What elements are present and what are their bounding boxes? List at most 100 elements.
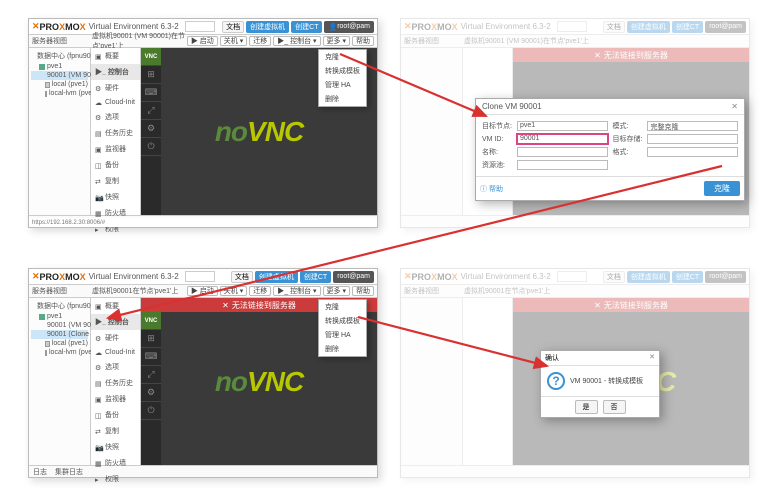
cluster-log-tab[interactable]: 集群日志 <box>55 467 83 477</box>
vm-side-menu[interactable]: ▣概要 ▶_ 控制台 ⚙硬件 ☁Cloud-Init ⚙选项 ▤任务历史 ▣监视… <box>91 298 141 465</box>
tree-node[interactable]: pve1 <box>31 312 88 321</box>
menu-tasks[interactable]: ▤任务历史 <box>91 125 140 141</box>
create-vm-button[interactable]: 创建虚拟机 <box>255 271 298 283</box>
docs-button[interactable]: 文档 <box>231 271 253 283</box>
menu-summary[interactable]: ▣概要 <box>91 48 140 64</box>
node-select[interactable]: pve1 <box>517 121 608 131</box>
more-button[interactable]: 更多 ▾ <box>323 36 350 46</box>
vm-side-menu[interactable]: ▣概要 ▶_ 控制台 ⚙硬件 ☁Cloud-Init ⚙选项 ▤任务历史 ▣监视… <box>91 48 141 215</box>
menu-cloudinit[interactable]: ☁Cloud-Init <box>91 346 140 359</box>
close-icon[interactable]: ✕ <box>649 353 655 363</box>
menu-replicate[interactable]: ⇄复制 <box>91 423 140 439</box>
create-ct-button[interactable]: 创建CT <box>291 21 322 33</box>
more-dropdown: 克隆 转换成模板 管理 HA 删除 <box>318 49 367 107</box>
tree-root[interactable]: 数据中心 (fpnu90) <box>31 300 88 312</box>
shutdown-button[interactable]: 关机 ▾ <box>220 36 247 46</box>
menu-tasks[interactable]: ▤任务历史 <box>91 375 140 391</box>
user-menu[interactable]: 👤root@pam <box>324 21 374 33</box>
vnc-btn[interactable]: ⚙ <box>141 384 161 402</box>
tree-vm-clone-selected[interactable]: 90001 (Clone VM VM-900...) <box>31 330 88 339</box>
search-input[interactable] <box>185 21 215 32</box>
menu-replicate[interactable]: ⇄复制 <box>91 173 140 189</box>
dd-delete[interactable]: 删除 <box>319 342 366 356</box>
tree-storage[interactable]: local (pve1) <box>31 339 88 348</box>
resource-tree[interactable]: 数据中心 (fpnu90) pve1 90001 (VM 90001) loca… <box>29 48 91 215</box>
menu-options[interactable]: ⚙选项 <box>91 109 140 125</box>
console-button[interactable]: ▶_ 控制台 ▾ <box>273 36 320 46</box>
menu-firewall[interactable]: ▦防火墙 <box>91 455 140 471</box>
dd-template[interactable]: 转换成模板 <box>319 314 366 328</box>
backup-icon: ◫ <box>95 162 102 169</box>
log-tab[interactable]: 日志 <box>33 467 47 477</box>
view-tab[interactable]: 服务器视图 <box>32 36 92 46</box>
docs-button[interactable]: 文档 <box>222 21 244 33</box>
menu-snapshot[interactable]: 📷快照 <box>91 439 140 455</box>
dd-delete[interactable]: 删除 <box>319 92 366 106</box>
vnc-btn[interactable]: ⌨ <box>141 84 161 102</box>
menu-monitor[interactable]: ▣监视器 <box>91 391 140 407</box>
close-icon[interactable]: ✕ <box>731 102 738 111</box>
clone-button[interactable]: 克隆 <box>704 181 740 196</box>
menu-console[interactable]: ▶_ 控制台 <box>91 314 140 330</box>
storage-select[interactable] <box>647 134 738 144</box>
vnc-btn[interactable]: ⏻ <box>141 138 161 156</box>
tree-node[interactable]: pve1 <box>31 62 88 71</box>
vnc-btn[interactable]: ⊞ <box>141 66 161 84</box>
tree-storage[interactable]: local-lvm (pve1) <box>31 348 88 357</box>
vmid-input[interactable]: 90001 <box>517 134 608 144</box>
fmt-select[interactable] <box>647 147 738 157</box>
view-tab[interactable]: 服务器视图 <box>32 286 92 296</box>
menu-options[interactable]: ⚙选项 <box>91 359 140 375</box>
dd-clone[interactable]: 克隆 <box>319 300 366 314</box>
dd-clone[interactable]: 克隆 <box>319 50 366 64</box>
start-button[interactable]: ▶ 启动 <box>187 36 218 46</box>
help-button[interactable]: 帮助 <box>352 36 374 46</box>
menu-backup[interactable]: ◫备份 <box>91 157 140 173</box>
tree-root[interactable]: 数据中心 (fpnu90) <box>31 50 88 62</box>
help-button[interactable]: 帮助 <box>352 286 374 296</box>
migrate-button[interactable]: 迁移 <box>249 36 271 46</box>
tree-vm-selected[interactable]: 90001 (VM 90001) <box>31 71 88 80</box>
vnc-btn[interactable]: ⤢ <box>141 366 161 384</box>
menu-console[interactable]: ▶_ 控制台 <box>91 64 140 80</box>
menu-snapshot[interactable]: 📷快照 <box>91 189 140 205</box>
pool-select[interactable] <box>517 160 608 170</box>
user-menu[interactable]: root@pam <box>333 271 374 283</box>
vnc-btn[interactable]: ⊞ <box>141 330 161 348</box>
yes-button[interactable]: 是 <box>575 400 598 414</box>
menu-hardware[interactable]: ⚙硬件 <box>91 80 140 96</box>
no-button[interactable]: 否 <box>603 400 626 414</box>
dd-template[interactable]: 转换成模板 <box>319 64 366 78</box>
create-vm-button[interactable]: 创建虚拟机 <box>246 21 289 33</box>
tree-vm[interactable]: 90001 (VM 90001) <box>31 321 88 330</box>
create-ct-button[interactable]: 创建CT <box>300 271 331 283</box>
vnc-btn[interactable]: ⤢ <box>141 102 161 120</box>
resource-tree[interactable]: 数据中心 (fpnu90) pve1 90001 (VM 90001) 9000… <box>29 298 91 465</box>
console-button[interactable]: ▶_ 控制台 ▾ <box>273 286 320 296</box>
dd-ha[interactable]: 管理 HA <box>319 328 366 342</box>
close-icon[interactable]: ✕ <box>222 301 229 310</box>
menu-perm[interactable]: ▸权限 <box>91 471 140 487</box>
vnc-btn[interactable]: ⏻ <box>141 402 161 420</box>
tree-storage[interactable]: local (pve1) <box>31 80 88 89</box>
menu-cloudinit[interactable]: ☁Cloud-Init <box>91 96 140 109</box>
name-input[interactable] <box>517 147 608 157</box>
menu-backup[interactable]: ◫备份 <box>91 407 140 423</box>
vnc-btn[interactable]: ⌨ <box>141 348 161 366</box>
shutdown-button[interactable]: 关机 ▾ <box>220 286 247 296</box>
menu-monitor[interactable]: ▣监视器 <box>91 141 140 157</box>
more-button[interactable]: 更多 ▾ <box>323 286 350 296</box>
migrate-button[interactable]: 迁移 <box>249 286 271 296</box>
tree-storage[interactable]: local-lvm (pve1) <box>31 89 88 98</box>
dd-ha[interactable]: 管理 HA <box>319 78 366 92</box>
subheader: 服务器视图 虚拟机90001 (VM 90001)在节点'pve1'上 ▶ 启动… <box>29 35 377 48</box>
menu-summary[interactable]: ▣概要 <box>91 298 140 314</box>
vnc-btn[interactable]: ⚙ <box>141 120 161 138</box>
search-input[interactable] <box>185 271 215 282</box>
mode-select[interactable]: 完整克隆 <box>647 121 738 131</box>
question-icon: ? <box>547 372 565 390</box>
monitor-icon: ▣ <box>95 146 102 153</box>
menu-hardware[interactable]: ⚙硬件 <box>91 330 140 346</box>
help-link[interactable]: ⓘ 帮助 <box>480 184 503 194</box>
start-button[interactable]: ▶ 启动 <box>187 286 218 296</box>
